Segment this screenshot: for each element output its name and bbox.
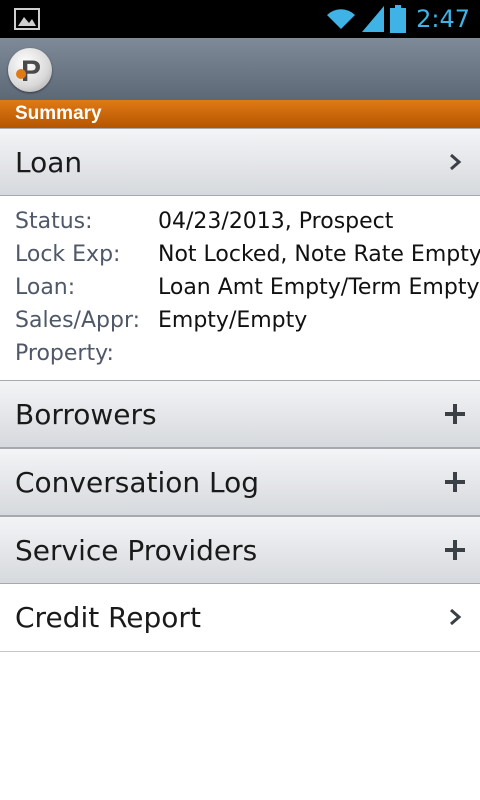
plus-icon	[445, 472, 465, 492]
plus-icon	[445, 404, 465, 424]
detail-property: Property:	[0, 341, 480, 374]
borrowers-row[interactable]: Borrowers	[0, 380, 480, 448]
app-logo[interactable]: P	[8, 48, 52, 92]
borrowers-label: Borrowers	[15, 397, 157, 431]
app-bar: P	[0, 38, 480, 100]
detail-lock-exp: Lock Exp: Not Locked, Note Rate Empty	[0, 242, 480, 275]
conversation-log-row[interactable]: Conversation Log	[0, 448, 480, 516]
status-bar: 2:47	[0, 0, 480, 38]
battery-icon	[390, 5, 407, 33]
app-logo-icon: P	[16, 55, 41, 88]
plus-icon	[445, 540, 465, 560]
detail-key: Loan:	[15, 275, 76, 300]
detail-status: Status: 04/23/2013, Prospect	[0, 209, 480, 242]
service-providers-label: Service Providers	[15, 533, 258, 567]
image-icon	[14, 8, 40, 30]
detail-key: Sales/Appr:	[15, 308, 141, 333]
detail-value: 04/23/2013, Prospect	[158, 209, 394, 234]
credit-report-label: Credit Report	[15, 601, 201, 634]
signal-icon	[362, 6, 385, 32]
detail-value: Empty/Empty	[158, 308, 308, 333]
chevron-right-icon	[450, 153, 462, 171]
wifi-icon	[327, 9, 356, 29]
service-providers-row[interactable]: Service Providers	[0, 516, 480, 584]
detail-key: Lock Exp:	[15, 242, 121, 267]
clock-time: 2:47	[416, 5, 470, 33]
detail-loan: Loan: Loan Amt Empty/Term Empty	[0, 275, 480, 308]
loan-row-label: Loan	[15, 145, 83, 179]
detail-value: Not Locked, Note Rate Empty	[158, 242, 480, 267]
conversation-log-label: Conversation Log	[15, 465, 260, 499]
chevron-right-icon	[450, 608, 462, 626]
detail-key: Property:	[15, 341, 114, 366]
summary-header: Summary	[0, 100, 480, 128]
detail-key: Status:	[15, 209, 93, 234]
loan-details: Status: 04/23/2013, Prospect Lock Exp: N…	[0, 196, 480, 380]
detail-sales-appr: Sales/Appr: Empty/Empty	[0, 308, 480, 341]
detail-value: Loan Amt Empty/Term Empty	[158, 275, 480, 300]
credit-report-row[interactable]: Credit Report	[0, 584, 480, 652]
loan-row[interactable]: Loan	[0, 128, 480, 196]
